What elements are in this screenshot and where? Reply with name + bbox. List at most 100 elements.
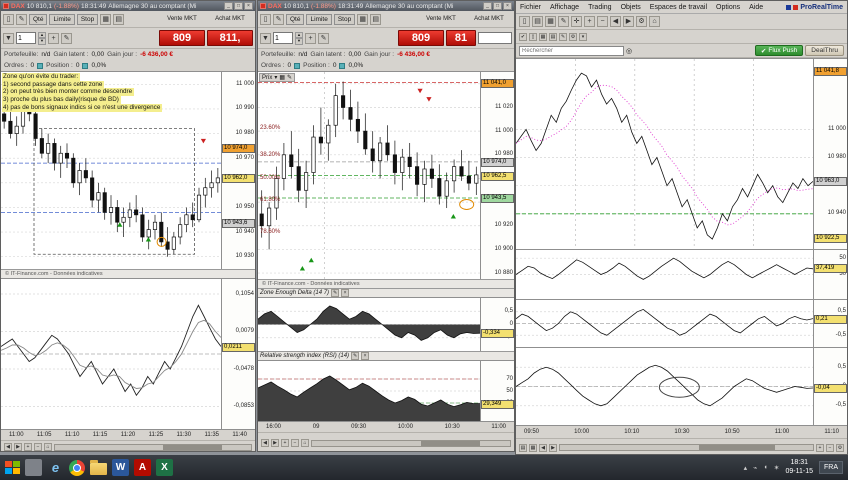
close-icon[interactable]: ×: [503, 2, 512, 10]
zoom-out-icon[interactable]: −: [826, 444, 834, 452]
zoom-in-icon[interactable]: +: [24, 443, 32, 451]
pencil-icon[interactable]: ✎: [558, 16, 569, 27]
buy-market-button[interactable]: 81: [446, 30, 476, 46]
delta-indicator-chart[interactable]: [258, 298, 480, 351]
title-bar[interactable]: DAX 10 810,1 (-1.88%) 18:31:49 Allemagne…: [258, 1, 514, 11]
tray-notification-icon[interactable]: ✶: [774, 464, 780, 472]
zoom-out-icon[interactable]: −: [34, 443, 42, 451]
oscillator1-chart[interactable]: [516, 250, 813, 299]
limit-tab[interactable]: Limite: [49, 14, 74, 25]
tray-expand-icon[interactable]: ▴: [744, 464, 748, 472]
candle-style-icon[interactable]: ▤: [519, 444, 527, 452]
title-bar[interactable]: DAX 10 810,1 (-1.88%) 18:31:49 Allemagne…: [1, 1, 255, 11]
position-indicator[interactable]: [339, 63, 345, 69]
crosshair-icon[interactable]: ✛: [571, 16, 582, 27]
orders-indicator[interactable]: [37, 63, 43, 69]
zoom-in-icon[interactable]: +: [281, 439, 289, 447]
quantity-input[interactable]: [273, 32, 293, 44]
check-icon[interactable]: ✔: [519, 33, 527, 41]
pencil-icon[interactable]: ✎: [16, 14, 27, 25]
indicator-scale[interactable]: 0,5-0,50,21: [813, 300, 847, 347]
home-icon[interactable]: ⌂: [649, 16, 660, 27]
sell-market-button[interactable]: 809: [159, 30, 205, 46]
close-icon[interactable]: ×: [244, 2, 253, 10]
add-order-icon[interactable]: +: [48, 33, 59, 44]
menu-item[interactable]: Fichier: [520, 4, 541, 11]
pencil-icon[interactable]: ✎: [559, 33, 567, 41]
maximize-icon[interactable]: □: [493, 2, 502, 10]
edit-order-icon[interactable]: ✎: [61, 33, 72, 44]
add-order-icon[interactable]: +: [305, 33, 316, 44]
pan-right-icon[interactable]: ▶: [623, 16, 634, 27]
menu-item[interactable]: Aide: [749, 4, 763, 11]
dropdown-icon[interactable]: ▼: [260, 33, 271, 44]
tray-volume-icon[interactable]: ◖: [763, 464, 767, 471]
step-down-icon[interactable]: ▼: [38, 38, 46, 45]
doc-icon[interactable]: ▯: [3, 14, 14, 25]
indicator-close-icon[interactable]: ×: [341, 289, 349, 297]
folder-icon[interactable]: [90, 463, 107, 475]
scrollbar-thumb[interactable]: [699, 445, 775, 450]
quantity-stepper[interactable]: ▲ ▼: [295, 32, 303, 45]
new-doc-icon[interactable]: ▯: [519, 16, 530, 27]
grid-icon[interactable]: ▦: [545, 16, 556, 27]
horizontal-scrollbar[interactable]: [311, 440, 511, 447]
taskbar-clock[interactable]: 18:31 09-11-15: [785, 459, 813, 476]
pan-left-icon[interactable]: ◀: [4, 443, 12, 451]
flux-push-button[interactable]: ✔ Flux Push: [755, 45, 803, 56]
zoom-in-icon[interactable]: +: [816, 444, 824, 452]
pan-left-icon[interactable]: ◀: [261, 439, 269, 447]
line-chart[interactable]: [516, 59, 813, 249]
indicator-close-icon[interactable]: ×: [361, 352, 369, 360]
stop-tab[interactable]: Stop: [77, 14, 98, 25]
grid-icon[interactable]: ▦: [100, 14, 111, 25]
indicator-chart[interactable]: [1, 279, 221, 429]
doc-icon[interactable]: ▯: [260, 14, 271, 25]
scrollbar-thumb[interactable]: [421, 441, 480, 446]
acrobat-icon[interactable]: A: [134, 459, 151, 476]
line-style-icon[interactable]: ▦: [529, 444, 537, 452]
scrollbar-thumb[interactable]: [163, 445, 222, 450]
price-scale[interactable]: 11 00010 99010 98010 97010 96010 95010 9…: [221, 72, 255, 269]
chart-icon[interactable]: ▤: [113, 14, 124, 25]
home-icon[interactable]: ⌂: [301, 439, 309, 447]
grid-icon[interactable]: ▦: [357, 14, 368, 25]
sell-market-button[interactable]: 809: [398, 30, 444, 46]
oscillator3-chart[interactable]: [516, 348, 813, 425]
chevron-down-icon[interactable]: ▾: [274, 74, 277, 81]
settings-icon[interactable]: ⚙: [636, 16, 647, 27]
start-button[interactable]: [5, 461, 20, 474]
list-icon[interactable]: ▤: [532, 16, 543, 27]
menu-item[interactable]: Affichage: [550, 4, 579, 11]
tray-network-icon[interactable]: ⌁: [753, 464, 757, 472]
indicator-settings-icon[interactable]: ✎: [331, 289, 339, 297]
pencil-icon[interactable]: ✎: [287, 74, 292, 81]
indicator-settings-icon[interactable]: ✎: [351, 352, 359, 360]
price-scale[interactable]: 11 04011 02011 00010 98010 96010 94010 9…: [480, 72, 514, 279]
position-indicator[interactable]: [82, 63, 88, 69]
indicator-scale[interactable]: 0,10540,0079-0,0478-0,08530,0211: [221, 279, 255, 429]
chart-icon[interactable]: ▤: [549, 33, 557, 41]
menu-item[interactable]: Options: [716, 4, 740, 11]
language-indicator[interactable]: FRA: [819, 461, 843, 474]
minimize-icon[interactable]: _: [224, 2, 233, 10]
pan-left-icon[interactable]: ◀: [610, 16, 621, 27]
maximize-icon[interactable]: □: [234, 2, 243, 10]
dropdown-icon[interactable]: ▼: [3, 33, 14, 44]
orders-indicator[interactable]: [294, 63, 300, 69]
order-entry-field[interactable]: [478, 32, 512, 44]
candlestick-chart[interactable]: 23.60%38.20%50.00%61.80%78.60% Prix ▾ ▦ …: [258, 72, 480, 279]
oscillator2-chart[interactable]: [516, 300, 813, 347]
price-scale[interactable]: 11 00010 98010 96010 94011 041,810 963,0…: [813, 59, 847, 249]
stop-tab[interactable]: Stop: [334, 14, 355, 25]
zoom-out-icon[interactable]: −: [597, 16, 608, 27]
buy-market-button[interactable]: 811,: [207, 30, 253, 46]
pan-right-icon[interactable]: ▶: [271, 439, 279, 447]
chrome-icon[interactable]: [69, 460, 85, 476]
pan-left-icon[interactable]: ◀: [539, 444, 547, 452]
candlestick-chart[interactable]: Zone qu'on évite du trader:1) second pas…: [1, 72, 221, 269]
quantity-stepper[interactable]: ▲ ▼: [38, 32, 46, 45]
menu-item[interactable]: Trading: [588, 4, 611, 11]
settings-icon[interactable]: ⚙: [836, 444, 844, 452]
app-icon-generic[interactable]: [25, 459, 42, 476]
